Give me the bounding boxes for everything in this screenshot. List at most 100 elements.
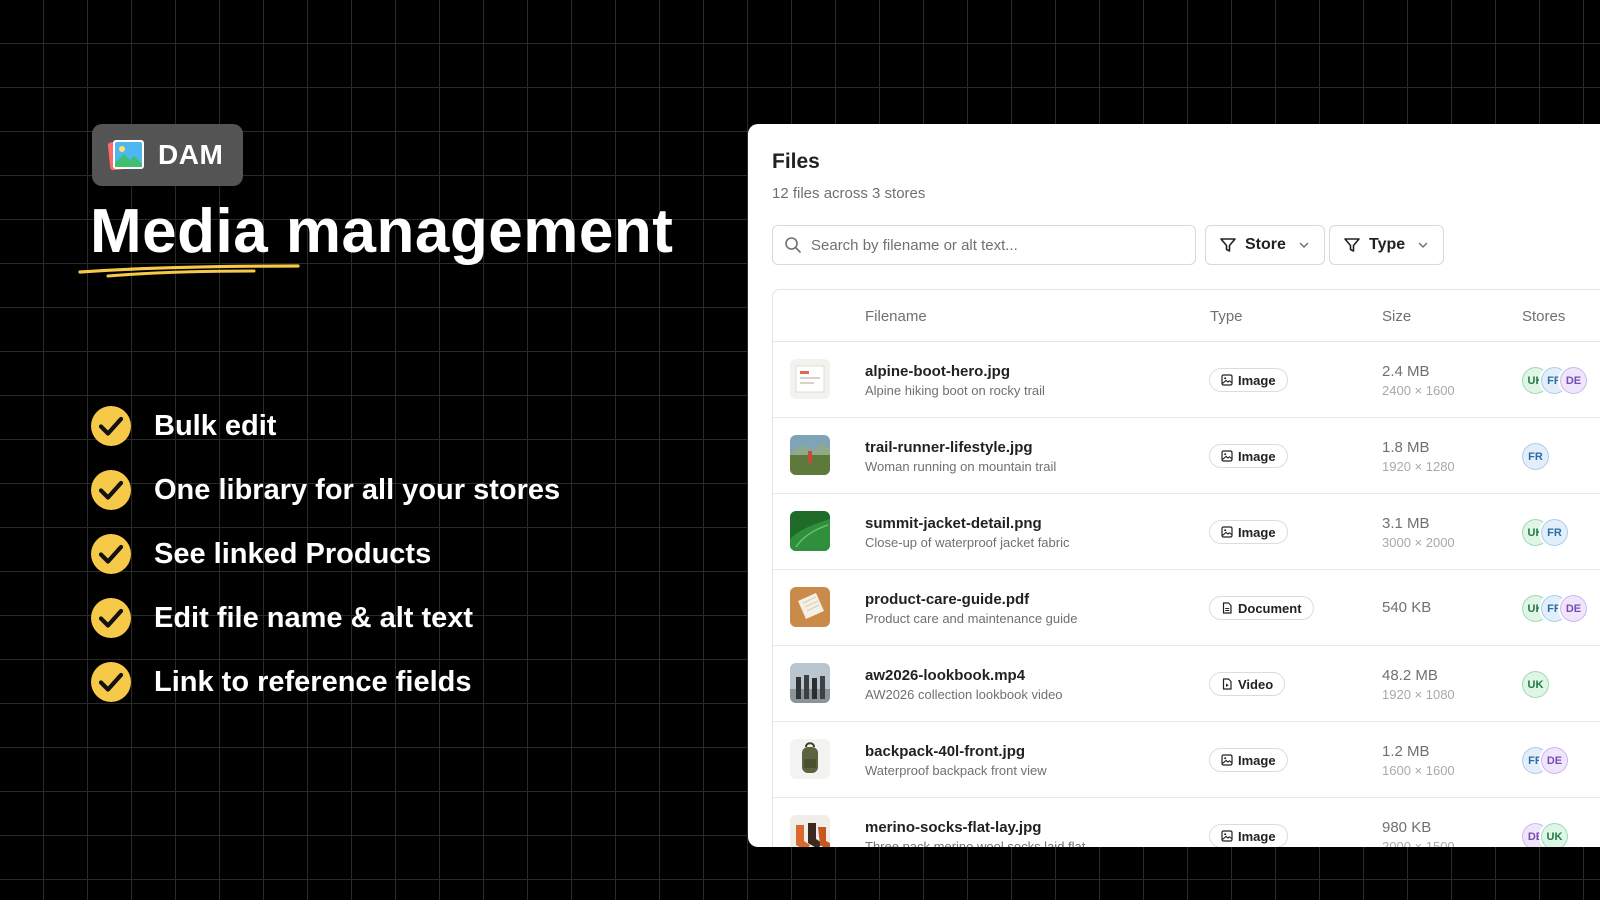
file-name: merino-socks-flat-lay.jpg: [865, 819, 1042, 836]
chevron-down-icon: [1299, 242, 1309, 248]
store-chip-de: DE: [1558, 365, 1589, 396]
file-thumbnail: [790, 663, 830, 703]
column-header-type[interactable]: Type: [1210, 308, 1243, 325]
file-thumbnail: [790, 739, 830, 779]
underline-scribble: [78, 264, 300, 278]
column-header-filename[interactable]: Filename: [865, 308, 927, 325]
feature-label: See linked Products: [154, 537, 432, 570]
file-size: 48.2 MB: [1382, 667, 1438, 684]
file-type-label: Document: [1238, 600, 1302, 616]
file-alt-text: Waterproof backpack front view: [865, 763, 1047, 778]
store-chip-de: DE: [1558, 593, 1589, 624]
store-chip-fr: FR: [1539, 517, 1570, 548]
files-panel: Files 12 files across 3 stores Store Typ…: [748, 124, 1600, 847]
feature-label: Link to reference fields: [154, 665, 472, 698]
file-type-badge: Document: [1209, 596, 1314, 620]
table-row[interactable]: backpack-40l-front.jpg Waterproof backpa…: [773, 722, 1600, 798]
check-circle-icon: [91, 662, 131, 702]
file-type-label: Image: [1238, 524, 1276, 540]
dam-badge: DAM: [92, 124, 244, 186]
feature-item: One library for all your stores: [90, 468, 560, 512]
file-type-label: Video: [1238, 676, 1274, 692]
image-icon: [1221, 754, 1233, 766]
image-icon: [1221, 830, 1233, 842]
file-thumbnail: [790, 511, 830, 551]
store-chips: UK FR: [1520, 517, 1570, 548]
image-gallery-icon: [108, 139, 144, 171]
badge-label: DAM: [158, 139, 224, 170]
file-name: alpine-boot-hero.jpg: [865, 363, 1010, 380]
file-thumbnail: [790, 435, 830, 475]
search-icon: [785, 237, 801, 253]
file-type-label: Image: [1238, 752, 1276, 768]
feature-item: Link to reference fields: [90, 660, 560, 704]
file-dimensions: 2400 × 1600: [1382, 383, 1455, 398]
file-size: 1.2 MB: [1382, 743, 1430, 760]
file-name: aw2026-lookbook.mp4: [865, 667, 1026, 684]
feature-item: See linked Products: [90, 532, 560, 576]
feature-item: Edit file name & alt text: [90, 596, 560, 640]
search-box[interactable]: [772, 225, 1196, 265]
file-size: 2.4 MB: [1382, 363, 1430, 380]
file-size: 540 KB: [1382, 599, 1432, 616]
check-circle-icon: [91, 598, 131, 638]
store-chip-uk: UK: [1520, 669, 1551, 700]
file-alt-text: Product care and maintenance guide: [865, 611, 1078, 626]
file-type-label: Image: [1238, 828, 1276, 844]
check-circle-icon: [91, 534, 131, 574]
store-chips: FR DE: [1520, 745, 1570, 776]
store-chips: DE UK: [1520, 821, 1570, 847]
feature-label: Edit file name & alt text: [154, 601, 474, 634]
file-size: 3.1 MB: [1382, 515, 1430, 532]
table-row[interactable]: aw2026-lookbook.mp4 AW2026 collection lo…: [773, 646, 1600, 722]
table-row[interactable]: summit-jacket-detail.png Close-up of wat…: [773, 494, 1600, 570]
panel-subtitle: 12 files across 3 stores: [772, 185, 926, 202]
type-filter-button[interactable]: Type: [1329, 225, 1445, 265]
file-type-badge: Image: [1209, 748, 1288, 772]
file-alt-text: Three pack merino wool socks laid flat: [865, 839, 1086, 847]
file-name: product-care-guide.pdf: [865, 591, 1030, 608]
table-row[interactable]: alpine-boot-hero.jpg Alpine hiking boot …: [773, 342, 1600, 418]
filter-icon: [1220, 238, 1236, 252]
image-icon: [1221, 374, 1233, 386]
file-dimensions: 1920 × 1080: [1382, 687, 1455, 702]
store-filter-button[interactable]: Store: [1205, 225, 1325, 265]
store-chip-de: DE: [1539, 745, 1570, 776]
file-type-badge: Video: [1209, 672, 1286, 696]
file-alt-text: Woman running on mountain trail: [865, 459, 1057, 474]
file-thumbnail: [790, 359, 830, 399]
file-alt-text: AW2026 collection lookbook video: [865, 687, 1063, 702]
panel-title: Files: [772, 150, 820, 173]
file-name: trail-runner-lifestyle.jpg: [865, 439, 1033, 456]
table-row[interactable]: product-care-guide.pdf Product care and …: [773, 570, 1600, 646]
files-table: Filename Type Size Stores alpine-boot-he…: [772, 289, 1600, 847]
file-thumbnail: [790, 815, 830, 847]
column-header-size[interactable]: Size: [1382, 308, 1411, 325]
file-type-badge: Image: [1209, 368, 1288, 392]
file-dimensions: 3000 × 2000: [1382, 535, 1455, 550]
check-circle-icon: [91, 470, 131, 510]
column-header-stores[interactable]: Stores: [1522, 308, 1565, 325]
type-filter-label: Type: [1369, 236, 1406, 253]
feature-list: Bulk edit One library for all your store…: [90, 404, 560, 724]
file-alt-text: Alpine hiking boot on rocky trail: [865, 383, 1045, 398]
chevron-down-icon: [1418, 242, 1428, 248]
file-name: backpack-40l-front.jpg: [865, 743, 1026, 760]
table-row[interactable]: trail-runner-lifestyle.jpg Woman running…: [773, 418, 1600, 494]
store-chips: UK FR DE: [1520, 593, 1589, 624]
search-input[interactable]: [811, 236, 1181, 254]
file-type-label: Image: [1238, 372, 1276, 388]
file-thumbnail: [790, 587, 830, 627]
store-chips: UK FR DE: [1520, 365, 1589, 396]
file-type-badge: Image: [1209, 824, 1288, 847]
file-type-badge: Image: [1209, 444, 1288, 468]
file-type-label: Image: [1238, 448, 1276, 464]
video-file-icon: [1222, 678, 1232, 690]
table-row[interactable]: merino-socks-flat-lay.jpg Three pack mer…: [773, 798, 1600, 847]
file-size: 1.8 MB: [1382, 439, 1430, 456]
store-chips: UK: [1520, 669, 1551, 700]
hero-title: Media management: [90, 197, 674, 266]
feature-label: Bulk edit: [154, 409, 277, 442]
store-chips: FR: [1520, 441, 1551, 472]
table-header: Filename Type Size Stores: [773, 290, 1600, 342]
